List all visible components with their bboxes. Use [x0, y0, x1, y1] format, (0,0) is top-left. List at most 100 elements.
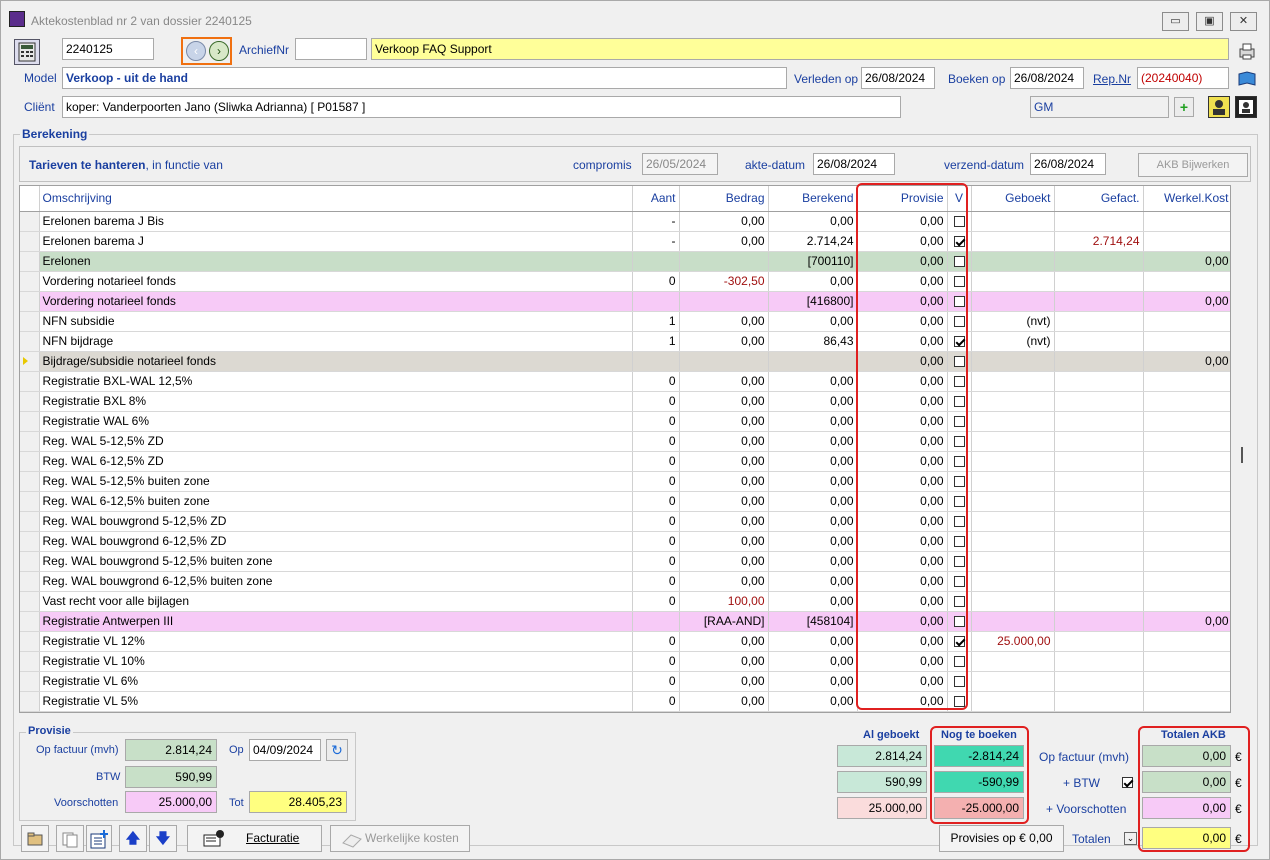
- cell-werkel-kost[interactable]: [1143, 391, 1230, 412]
- cell-bedrag[interactable]: [RAA-AND]: [679, 611, 769, 632]
- cell-gefact[interactable]: [1054, 411, 1144, 432]
- cell-werkel-kost[interactable]: [1143, 411, 1230, 432]
- table-row[interactable]: Registratie Antwerpen III [RAA-AND] [45810…: [20, 611, 1230, 632]
- cell-gefact[interactable]: [1054, 351, 1144, 372]
- cell-bedrag[interactable]: 0,00: [679, 491, 769, 512]
- cell-aant[interactable]: 0: [632, 691, 680, 712]
- btw-checkbox[interactable]: [1122, 777, 1133, 788]
- cell-gefact[interactable]: [1054, 451, 1144, 472]
- cell-aant[interactable]: 0: [632, 371, 680, 392]
- cell-geboekt[interactable]: [971, 391, 1055, 412]
- cell-geboekt[interactable]: [971, 211, 1055, 232]
- cell-omschrijving[interactable]: NFN bijdrage: [39, 331, 633, 352]
- table-row[interactable]: Registratie BXL 8% 0 0,00 0,00 0,00: [20, 391, 1230, 412]
- col-gefact[interactable]: Gefact.: [1054, 186, 1144, 212]
- cell-werkel-kost[interactable]: 0,00: [1143, 251, 1230, 272]
- cell-berekend[interactable]: 0,00: [768, 371, 858, 392]
- cell-omschrijving[interactable]: NFN subsidie: [39, 311, 633, 332]
- cell-berekend[interactable]: 0,00: [768, 431, 858, 452]
- cell-geboekt[interactable]: 25.000,00: [971, 631, 1055, 652]
- cell-geboekt[interactable]: [971, 251, 1055, 272]
- table-row[interactable]: Registratie VL 12% 0 0,00 0,00 0,00 25.000,00: [20, 631, 1230, 652]
- cell-bedrag[interactable]: 0,00: [679, 231, 769, 252]
- cell-werkel-kost[interactable]: [1143, 211, 1230, 232]
- cell-werkel-kost[interactable]: [1143, 511, 1230, 532]
- cell-bedrag[interactable]: 0,00: [679, 671, 769, 692]
- cell-gefact[interactable]: [1054, 251, 1144, 272]
- cell-aant[interactable]: 0: [632, 491, 680, 512]
- cell-gefact[interactable]: [1054, 271, 1144, 292]
- table-row[interactable]: Bijdrage/subsidie notarieel fonds 0,00 0,0…: [20, 351, 1230, 372]
- cell-geboekt[interactable]: [971, 591, 1055, 612]
- cell-aant[interactable]: 0: [632, 651, 680, 672]
- cell-bedrag[interactable]: 0,00: [679, 471, 769, 492]
- cell-berekend[interactable]: 0,00: [768, 471, 858, 492]
- cell-geboekt[interactable]: [971, 691, 1055, 712]
- cell-omschrijving[interactable]: Reg. WAL bouwgrond 6-12,5% ZD: [39, 531, 633, 552]
- table-row[interactable]: Reg. WAL bouwgrond 5-12,5% buiten zone 0 0…: [20, 551, 1230, 572]
- cell-aant[interactable]: 0: [632, 271, 680, 292]
- cell-omschrijving[interactable]: Registratie Antwerpen III: [39, 611, 633, 632]
- cell-omschrijving[interactable]: Registratie VL 6%: [39, 671, 633, 692]
- cell-berekend[interactable]: [458104]: [768, 611, 858, 632]
- cell-aant[interactable]: 0: [632, 671, 680, 692]
- cell-gefact[interactable]: [1054, 571, 1144, 592]
- cell-werkel-kost[interactable]: 0,00: [1143, 351, 1230, 372]
- cell-geboekt[interactable]: [971, 491, 1055, 512]
- cell-berekend[interactable]: 0,00: [768, 391, 858, 412]
- subject-field[interactable]: Verkoop FAQ Support: [371, 38, 1229, 60]
- cell-werkel-kost[interactable]: 0,00: [1143, 611, 1230, 632]
- cell-aant[interactable]: [632, 611, 680, 632]
- cell-omschrijving[interactable]: Reg. WAL bouwgrond 5-12,5% buiten zone: [39, 551, 633, 572]
- previous-icon[interactable]: ‹: [186, 41, 206, 61]
- cell-werkel-kost[interactable]: [1143, 651, 1230, 672]
- cell-werkel-kost[interactable]: [1143, 491, 1230, 512]
- cell-geboekt[interactable]: [971, 351, 1055, 372]
- next-icon[interactable]: ›: [209, 41, 229, 61]
- cell-omschrijving[interactable]: Registratie WAL 6%: [39, 411, 633, 432]
- cell-gefact[interactable]: [1054, 311, 1144, 332]
- cell-werkel-kost[interactable]: [1143, 571, 1230, 592]
- cell-gefact[interactable]: [1054, 691, 1144, 712]
- col-geboekt[interactable]: Geboekt: [971, 186, 1055, 212]
- cell-berekend[interactable]: 0,00: [768, 511, 858, 532]
- cell-gefact[interactable]: [1054, 631, 1144, 652]
- maximize-button[interactable]: ▣: [1196, 12, 1223, 31]
- cell-bedrag[interactable]: 0,00: [679, 311, 769, 332]
- cell-werkel-kost[interactable]: [1143, 331, 1230, 352]
- cell-berekend[interactable]: 0,00: [768, 571, 858, 592]
- verzend-field[interactable]: 26/08/2024: [1030, 153, 1106, 175]
- contact-icon[interactable]: [1235, 96, 1257, 118]
- cell-geboekt[interactable]: [971, 651, 1055, 672]
- cell-berekend[interactable]: [416800]: [768, 291, 858, 312]
- cell-geboekt[interactable]: [971, 571, 1055, 592]
- table-row[interactable]: Registratie VL 10% 0 0,00 0,00 0,00: [20, 651, 1230, 672]
- close-button[interactable]: ✕: [1230, 12, 1257, 31]
- boeken-field[interactable]: 26/08/2024: [1010, 67, 1084, 89]
- cell-berekend[interactable]: [700110]: [768, 251, 858, 272]
- cell-werkel-kost[interactable]: [1143, 591, 1230, 612]
- cell-geboekt[interactable]: [971, 511, 1055, 532]
- cell-werkel-kost[interactable]: [1143, 691, 1230, 712]
- cell-gefact[interactable]: [1054, 471, 1144, 492]
- werkelijke-kosten-button[interactable]: Werkelijke kosten: [330, 825, 470, 852]
- person-icon[interactable]: [1208, 96, 1230, 118]
- cell-aant[interactable]: 0: [632, 451, 680, 472]
- cell-berekend[interactable]: 0,00: [768, 411, 858, 432]
- cell-aant[interactable]: -: [632, 231, 680, 252]
- cell-berekend[interactable]: 0,00: [768, 491, 858, 512]
- cell-gefact[interactable]: [1054, 591, 1144, 612]
- cell-berekend[interactable]: 0,00: [768, 631, 858, 652]
- cell-gefact[interactable]: [1054, 391, 1144, 412]
- cell-gefact[interactable]: 2.714,24: [1054, 231, 1144, 252]
- table-row[interactable]: NFN bijdrage 1 0,00 86,43 0,00 (nvt): [20, 331, 1230, 352]
- cell-geboekt[interactable]: [971, 471, 1055, 492]
- cell-geboekt[interactable]: [971, 431, 1055, 452]
- cell-werkel-kost[interactable]: [1143, 231, 1230, 252]
- cell-bedrag[interactable]: 100,00: [679, 591, 769, 612]
- cell-werkel-kost[interactable]: [1143, 271, 1230, 292]
- cell-gefact[interactable]: [1054, 611, 1144, 632]
- cell-aant[interactable]: [632, 251, 680, 272]
- cell-aant[interactable]: 0: [632, 411, 680, 432]
- minimize-button[interactable]: ▭: [1162, 12, 1189, 31]
